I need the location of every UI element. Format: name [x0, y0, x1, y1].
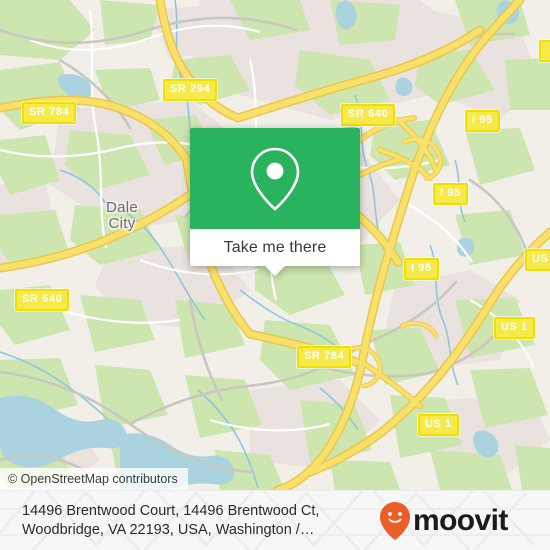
- highway-shield: US: [525, 249, 550, 271]
- popup-header: [190, 128, 360, 229]
- highway-shield: I 95: [404, 258, 439, 280]
- address-line-2: Woodbridge, VA 22193, USA, Washington /…: [22, 522, 315, 538]
- location-popup-card[interactable]: Take me there: [190, 128, 360, 276]
- osm-attribution-text: © OpenStreetMap contributors: [8, 472, 178, 486]
- map-pin-icon: [250, 147, 300, 211]
- map-screenshot: Dale City SR 784 SR 294 SR 640 I 95 I 95…: [0, 0, 550, 550]
- highway-shield: I 95: [465, 110, 500, 132]
- highway-shield: SR 640: [15, 289, 70, 311]
- address-line-1: 14496 Brentwood Court, 14496 Brentwood C…: [22, 503, 320, 519]
- highway-shield-partial: [539, 40, 550, 62]
- moovit-wordmark: moovit: [413, 504, 508, 537]
- highway-shield: SR 784: [297, 346, 352, 368]
- popup-footer[interactable]: Take me there: [190, 229, 360, 276]
- highway-shield: US 1: [418, 414, 459, 436]
- moovit-pin-smiley-icon: [380, 502, 410, 540]
- map-canvas[interactable]: Dale City SR 784 SR 294 SR 640 I 95 I 95…: [0, 0, 550, 490]
- highway-shield: US 1: [494, 317, 535, 339]
- osm-attribution[interactable]: © OpenStreetMap contributors: [0, 468, 188, 490]
- address-block: 14496 Brentwood Court, 14496 Brentwood C…: [22, 502, 372, 540]
- take-me-there-label: Take me there: [223, 238, 327, 256]
- highway-shield: SR 784: [22, 102, 77, 124]
- bottom-info-bar: 14496 Brentwood Court, 14496 Brentwood C…: [0, 490, 550, 550]
- highway-shield: SR 640: [341, 104, 396, 126]
- highway-shield: I 95: [433, 183, 468, 205]
- moovit-logo[interactable]: moovit: [380, 502, 508, 540]
- popup-pointer-tail: [265, 266, 285, 276]
- highway-shield: SR 294: [163, 79, 218, 101]
